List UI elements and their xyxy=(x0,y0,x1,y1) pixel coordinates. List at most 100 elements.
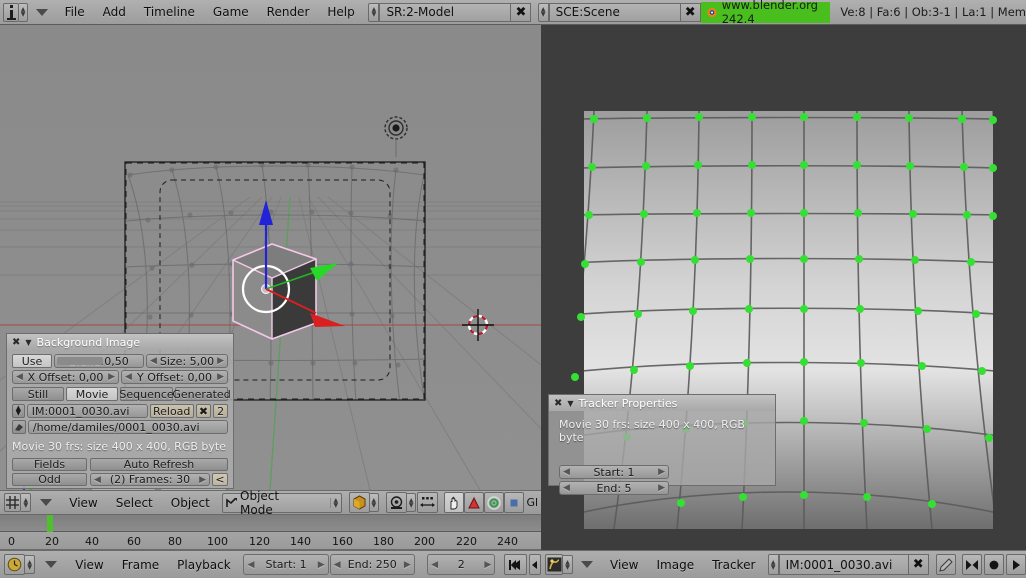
image-browse-spinner[interactable]: ▲ ▼ xyxy=(12,404,25,418)
image-editor-menu-image[interactable]: Image xyxy=(648,551,704,578)
viewport-editor-type-spinner[interactable]: ▲ ▼ xyxy=(21,493,32,512)
pivot-median-icon[interactable] xyxy=(385,492,407,513)
image-editor-menu-tracker[interactable]: Tracker xyxy=(703,551,764,578)
viewport-3d[interactable]: (2) Cube ✖ ▼ Background Image Use Blend:… xyxy=(0,25,541,490)
y-offset-field[interactable]: ◀ Y Offset: 0,00 ▶ xyxy=(121,370,228,384)
hand-icon[interactable] xyxy=(443,492,464,513)
source-tab-still[interactable]: Still xyxy=(12,387,64,401)
timeline-track[interactable] xyxy=(0,515,541,532)
frames-extra-button[interactable]: < xyxy=(212,473,228,486)
current-frame-field[interactable]: ◀ 2 ▶ xyxy=(427,554,496,575)
size-value: Size: 5,00 xyxy=(159,354,215,368)
fields-toggle[interactable]: Fields xyxy=(12,458,87,471)
shading-spinner[interactable]: ▲ ▼ xyxy=(369,493,380,512)
view3d-icon[interactable] xyxy=(4,493,22,512)
solid-shading-icon[interactable] xyxy=(348,492,370,513)
marker-icon[interactable] xyxy=(961,554,982,575)
image-editor[interactable]: ✖ ▼ Tracker Properties Movie 30 frs: siz… xyxy=(541,25,1026,550)
info-header-icon[interactable] xyxy=(3,2,20,22)
viewport-3d-header: ▲ ▼ View Select Object Object Mode ▲ ▼ ▲ ▼ xyxy=(0,489,541,517)
tracker-start-field[interactable]: ◀ Start: 1 ▶ xyxy=(559,465,669,479)
menu-add[interactable]: Add xyxy=(94,0,135,24)
screen-delete-button[interactable]: ✖ xyxy=(511,2,532,22)
image-editor-menu-collapse-icon[interactable] xyxy=(580,561,593,568)
unlink-image-button[interactable]: ✖ xyxy=(195,404,212,418)
translate-manipulator-icon[interactable] xyxy=(417,492,439,513)
cone-icon[interactable] xyxy=(463,492,484,513)
frames-field[interactable]: ◀ (2) Frames: 30 ▶ xyxy=(90,473,210,486)
scene-delete-button[interactable]: ✖ xyxy=(680,2,701,22)
use-toggle[interactable]: Use xyxy=(12,354,52,368)
timeline-menu-frame[interactable]: Frame xyxy=(113,551,168,578)
auto-refresh-toggle[interactable]: Auto Refresh xyxy=(90,458,228,471)
blend-slider[interactable]: Blend:0,50 xyxy=(54,354,144,368)
source-tab-generated[interactable]: Generated xyxy=(172,387,231,401)
screen-browse-spinner[interactable]: ▲ ▼ xyxy=(368,2,380,22)
timeline-end-field[interactable]: ◀ End: 250 ▶ xyxy=(329,554,415,575)
editor-type-spinner[interactable]: ▲ ▼ xyxy=(19,2,28,22)
menu-render[interactable]: Render xyxy=(258,0,319,24)
timeline-clock-icon[interactable] xyxy=(4,554,25,575)
source-tab-sequence[interactable]: Sequence xyxy=(119,387,174,401)
timeline-playhead[interactable] xyxy=(47,515,53,532)
record-icon[interactable] xyxy=(983,554,1004,575)
menu-timeline[interactable]: Timeline xyxy=(135,0,204,24)
scene-field[interactable]: SCE:Scene xyxy=(548,2,681,22)
menu-collapse-icon[interactable] xyxy=(35,8,48,16)
blender-window: ▲ ▼ File Add Timeline Game Render Help ▲ ▼… xyxy=(0,0,1026,578)
object-mode-select[interactable]: Object Mode ▲ ▼ xyxy=(222,489,342,517)
uv-image-editor-icon[interactable] xyxy=(545,554,564,575)
blender-version-badge[interactable]: www.blender.org 242.4 xyxy=(700,0,831,26)
viewport-menu-select[interactable]: Select xyxy=(107,491,162,514)
x-offset-field[interactable]: ◀ X Offset: 0,00 ▶ xyxy=(12,370,119,384)
gl-label[interactable]: Gl xyxy=(524,492,541,513)
tracker-end-field[interactable]: ◀ End: 5 ▶ xyxy=(559,481,669,495)
tick-160: 160 xyxy=(332,535,353,548)
panel-close-icon[interactable]: ✖ xyxy=(12,337,20,348)
pivot-spinner[interactable]: ▲ ▼ xyxy=(406,493,417,512)
tracker-properties-panel[interactable]: ✖ ▼ Tracker Properties Movie 30 frs: siz… xyxy=(548,394,776,495)
square-icon[interactable] xyxy=(503,492,524,513)
source-tab-movie[interactable]: Movie xyxy=(66,387,118,401)
play-icon[interactable] xyxy=(1005,554,1026,575)
image-editor-menu-view[interactable]: View xyxy=(601,551,647,578)
timeline-menu-view[interactable]: View xyxy=(66,551,112,578)
timeline-editor-type-spinner[interactable]: ▲ ▼ xyxy=(24,555,36,574)
menu-game[interactable]: Game xyxy=(204,0,258,24)
file-browse-icon[interactable] xyxy=(12,420,26,434)
image-path-field[interactable]: /home/damiles/0001_0030.avi xyxy=(27,420,228,434)
viewport-menu-view[interactable]: View xyxy=(60,491,106,514)
viewport-menu-collapse-icon[interactable] xyxy=(39,499,52,506)
reload-button[interactable]: Reload xyxy=(149,404,194,418)
size-field[interactable]: ◀ Size: 5,00 ▶ xyxy=(146,354,228,368)
odd-toggle[interactable]: Odd xyxy=(12,473,87,486)
menu-file[interactable]: File xyxy=(56,0,94,24)
image-name-field[interactable]: IM:0001_0030.avi xyxy=(26,404,148,418)
timeline-menu-playback[interactable]: Playback xyxy=(168,551,240,578)
menu-help[interactable]: Help xyxy=(318,0,363,24)
panel-collapse-icon[interactable]: ▼ xyxy=(567,399,573,408)
panel-close-icon[interactable]: ✖ xyxy=(554,398,562,409)
object-mode-spinner[interactable]: ▲ ▼ xyxy=(329,497,341,508)
image-editor-browse-spinner[interactable]: ▲ ▼ xyxy=(767,554,779,575)
tracker-panel-header[interactable]: ✖ ▼ Tracker Properties xyxy=(549,395,775,411)
screen-field[interactable]: SR:2-Model xyxy=(379,2,512,22)
background-image-panel[interactable]: ✖ ▼ Background Image Use Blend:0,50 ◀ Si… xyxy=(6,333,234,490)
image-editor-image-field[interactable]: IM:0001_0030.avi xyxy=(778,554,909,575)
paint-icon[interactable] xyxy=(936,554,957,575)
prev-keyframe-icon[interactable] xyxy=(528,554,541,575)
tick-220: 220 xyxy=(456,535,477,548)
panel-collapse-icon[interactable]: ▼ xyxy=(25,338,31,347)
timeline-start-field[interactable]: ◀ Start: 1 ▶ xyxy=(243,554,329,575)
image-editor-type-spinner[interactable]: ▲ ▼ xyxy=(563,555,573,574)
viewport-menu-object[interactable]: Object xyxy=(162,491,219,514)
timeline-ruler[interactable]: 0 20 40 60 80 100 120 140 160 180 200 22… xyxy=(0,532,541,550)
image-users-button[interactable]: 2 xyxy=(213,404,228,418)
jump-to-start-icon[interactable] xyxy=(503,554,527,575)
tick-240: 240 xyxy=(497,535,518,548)
scene-browse-spinner[interactable]: ▲ ▼ xyxy=(537,2,549,22)
panel-header[interactable]: ✖ ▼ Background Image xyxy=(7,334,233,350)
image-editor-unlink-button[interactable]: ✖ xyxy=(908,554,929,575)
timeline-menu-collapse-icon[interactable] xyxy=(44,561,57,568)
ring-icon[interactable] xyxy=(483,492,504,513)
